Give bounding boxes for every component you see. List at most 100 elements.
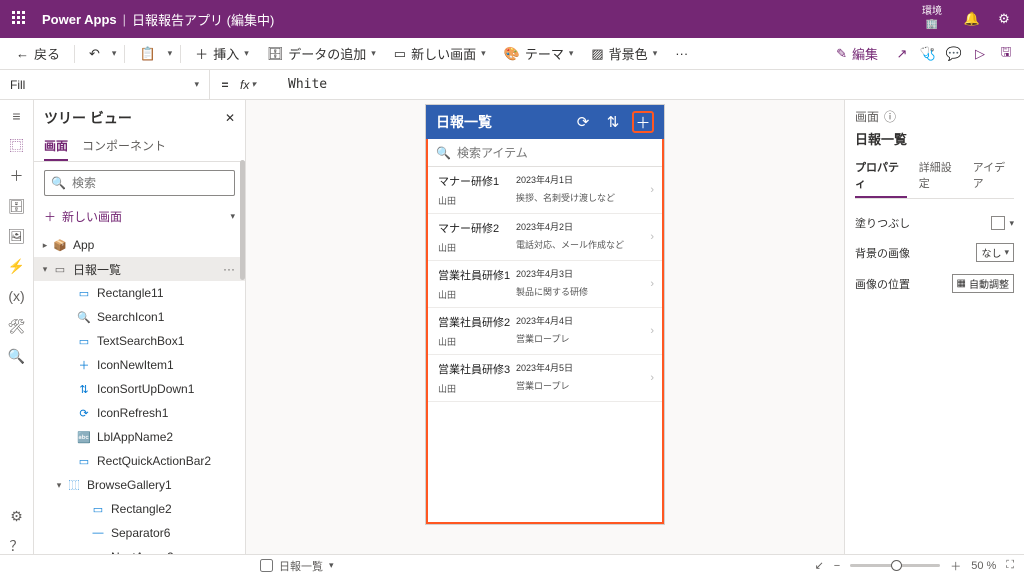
hamburger-icon[interactable]: ≡	[9, 108, 25, 124]
add-data-button[interactable]: 🗄データの追加▾	[261, 41, 382, 66]
tree-node[interactable]: —Separator6	[34, 521, 245, 545]
imgpos-dropdown[interactable]: ▦自動調整	[952, 274, 1014, 293]
settings-icon[interactable]: ⚙	[9, 508, 25, 524]
more-button[interactable]: ···	[669, 43, 694, 64]
formula-bar[interactable]: White	[280, 77, 1024, 92]
variables-icon[interactable]: (x)	[9, 288, 25, 304]
screen-label: 画面	[855, 108, 879, 125]
tree-node[interactable]: ▾⿲BrowseGallery1	[34, 473, 245, 497]
search-icon: 🔍	[51, 176, 66, 190]
new-screen-link[interactable]: ＋新しい画面▾	[34, 204, 245, 233]
database-icon: 🗄	[267, 46, 284, 62]
help-icon[interactable]: ？	[9, 538, 25, 554]
tree-node[interactable]: ＋IconNewItem1	[34, 353, 245, 377]
product-name: Power Apps	[42, 12, 117, 27]
flows-icon[interactable]: ⚡	[9, 258, 25, 274]
add-item-icon[interactable]: ＋	[632, 111, 654, 133]
list-item[interactable]: 営業社員研修2山田2023年4月4日営業ロープレ›	[428, 308, 662, 355]
zoom-out-icon[interactable]: −	[834, 560, 840, 572]
tree-node[interactable]: ▸📦App	[34, 233, 245, 257]
list-item[interactable]: マナー研修2山田2023年4月2日電話対応、メール作成など›	[428, 214, 662, 261]
tree-node[interactable]: 🔍SearchIcon1	[34, 305, 245, 329]
paste-button[interactable]: 📋	[133, 43, 161, 65]
tree-node[interactable]: ⇅IconSortUpDown1	[34, 377, 245, 401]
tree-node[interactable]: 🔤LblAppName2	[34, 425, 245, 449]
arrow-left-icon[interactable]: ↙	[815, 559, 824, 572]
list-item[interactable]: マナー研修1山田2023年4月1日挨拶、名刺受け渡しなど›	[428, 167, 662, 214]
checker-icon[interactable]: 🩺	[920, 46, 936, 62]
prop-imgpos-label: 画像の位置	[855, 276, 910, 292]
separator: |	[123, 12, 126, 27]
fill-icon: ▨	[591, 46, 603, 62]
info-icon[interactable]: ⓘ	[884, 108, 896, 125]
gear-icon[interactable]: ⚙	[996, 11, 1012, 27]
tree-node[interactable]: ▭TextSearchBox1	[34, 329, 245, 353]
tree-node[interactable]: ▭Rectangle2	[34, 497, 245, 521]
environment-picker[interactable]: 環境 🏢	[922, 6, 942, 33]
tree-node[interactable]: ▭Rectangle11	[34, 281, 245, 305]
property-selector[interactable]: Fill▾	[0, 70, 210, 99]
screen-checkbox[interactable]	[260, 559, 273, 572]
tab-components[interactable]: コンポーネント	[82, 132, 166, 161]
tree-search-input[interactable]	[72, 176, 228, 190]
chevron-down-icon[interactable]: ▾	[168, 48, 173, 59]
advanced-icon[interactable]: 🛠	[9, 318, 25, 334]
search-icon[interactable]: 🔍	[9, 348, 25, 364]
bgimg-dropdown[interactable]: なし▾	[976, 243, 1014, 262]
edit-button[interactable]: ✎編集	[830, 41, 884, 66]
save-icon[interactable]: 🖫	[998, 46, 1014, 62]
fx-label[interactable]: fx▾	[240, 78, 280, 92]
chevron-down-icon[interactable]: ▾	[112, 48, 117, 59]
prop-bgimg-label: 背景の画像	[855, 245, 910, 261]
refresh-icon[interactable]: ⟳	[572, 111, 594, 133]
sort-icon[interactable]: ⇅	[602, 111, 624, 133]
tree-search[interactable]: 🔍	[44, 170, 235, 196]
close-icon[interactable]: ✕	[225, 111, 235, 125]
tree-node[interactable]: ▭RectQuickActionBar2	[34, 449, 245, 473]
search-icon: 🔍	[436, 146, 451, 160]
chevron-right-icon: ›	[650, 278, 654, 290]
bell-icon[interactable]: 🔔	[964, 11, 980, 27]
tab-properties[interactable]: プロパティ	[855, 154, 907, 198]
play-icon[interactable]: ▷	[972, 46, 988, 62]
media-icon[interactable]: 🖼	[9, 228, 25, 244]
item-search-input[interactable]	[457, 146, 654, 160]
app-name: 日報報告アプリ (編集中)	[132, 10, 274, 29]
bg-color-button[interactable]: ▨背景色▾	[585, 41, 663, 66]
chevron-right-icon: ›	[650, 231, 654, 243]
chevron-right-icon: ›	[650, 325, 654, 337]
share-icon[interactable]: ↗	[894, 46, 910, 62]
tree-title: ツリー ビュー	[44, 108, 132, 128]
insert-button[interactable]: ＋挿入▾	[189, 41, 255, 66]
fit-icon[interactable]: ⛶	[1006, 559, 1014, 572]
app-launcher-icon[interactable]	[12, 11, 28, 27]
comment-icon[interactable]: 💬	[946, 46, 962, 62]
zoom-in-icon[interactable]: ＋	[950, 558, 961, 574]
list-item[interactable]: 営業社員研修1山田2023年4月3日製品に関する研修›	[428, 261, 662, 308]
tab-ideas[interactable]: アイデア	[973, 154, 1014, 198]
back-button[interactable]: ←戻る	[10, 41, 66, 66]
scrollbar-thumb[interactable]	[240, 160, 245, 280]
tree-node[interactable]: ⟳IconRefresh1	[34, 401, 245, 425]
tab-screens[interactable]: 画面	[44, 132, 68, 161]
undo-icon: ↶	[89, 46, 100, 62]
new-screen-button[interactable]: ▭新しい画面▾	[388, 41, 492, 66]
status-screen-name: 日報一覧	[279, 558, 323, 574]
insert-icon[interactable]: ＋	[9, 168, 25, 184]
plus-icon: ＋	[195, 44, 208, 63]
tree-node[interactable]: ›NextArrow2	[34, 545, 245, 554]
tab-advanced[interactable]: 詳細設定	[919, 154, 961, 198]
theme-button[interactable]: 🎨テーマ▾	[498, 41, 580, 66]
chevron-right-icon: ›	[650, 184, 654, 196]
tree-node[interactable]: ▾▭日報一覧···	[34, 257, 245, 281]
list-item[interactable]: 営業社員研修3山田2023年4月5日営業ロープレ›	[428, 355, 662, 402]
color-swatch[interactable]	[991, 216, 1005, 230]
tree-view-icon[interactable]: ⿴	[9, 138, 25, 154]
zoom-slider[interactable]	[850, 564, 940, 567]
data-icon[interactable]: 🗄	[9, 198, 25, 214]
plus-icon: ＋	[44, 208, 56, 225]
undo-button[interactable]: ↶	[83, 43, 106, 65]
chevron-down-icon[interactable]: ▾	[329, 560, 334, 571]
screen-name: 日報一覧	[855, 129, 1014, 148]
chevron-right-icon: ›	[650, 372, 654, 384]
